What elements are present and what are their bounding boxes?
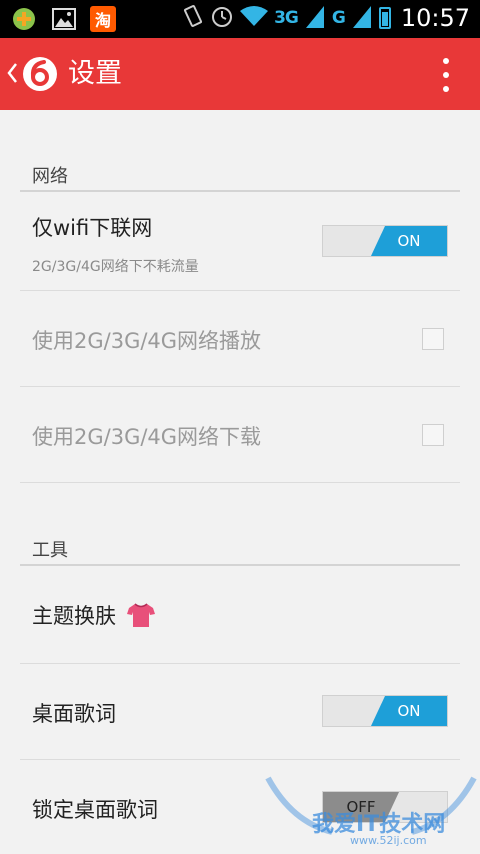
network-type-2: G (331, 8, 346, 28)
back-button[interactable] (6, 58, 18, 95)
toggle-label: ON (371, 696, 447, 726)
network-type-1: 3G (274, 8, 299, 28)
setting-title: 使用2G/3G/4G网络播放 (32, 329, 262, 353)
setting-title: 锁定桌面歌词 (32, 798, 158, 822)
image-icon (50, 5, 78, 33)
desktop-lyrics-toggle[interactable]: ON (322, 695, 448, 727)
vibrate-icon (182, 4, 204, 32)
setting-subtitle: 2G/3G/4G网络下不耗流量 (32, 259, 199, 275)
setting-title-text: 主题换肤 (32, 604, 116, 628)
setting-row-desktop-lyrics[interactable]: 桌面歌词 ON (20, 664, 460, 760)
section-header-network: 网络 (20, 162, 460, 192)
setting-title: 使用2G/3G/4G网络下载 (32, 425, 262, 449)
setting-row-lock-desktop-lyrics[interactable]: 锁定桌面歌词 OFF (20, 760, 460, 854)
play-mobile-checkbox[interactable] (422, 328, 444, 350)
tshirt-icon (126, 602, 156, 633)
plus-circle-icon (10, 5, 38, 33)
app-logo-icon[interactable] (22, 56, 58, 92)
section-header-label: 网络 (32, 166, 68, 187)
page-title: 设置 (68, 58, 122, 89)
setting-title: 仅wifi下联网 (32, 216, 153, 240)
signal-icon (304, 4, 326, 32)
wifi-icon (240, 5, 269, 31)
chevron-left-icon (7, 63, 17, 83)
toggle-label: ON (371, 226, 447, 256)
setting-row-download-mobile[interactable]: 使用2G/3G/4G网络下载 (20, 387, 460, 483)
taobao-icon: 淘 (90, 6, 116, 32)
setting-row-wifi-only[interactable]: 仅wifi下联网 2G/3G/4G网络下不耗流量 ON (20, 194, 460, 291)
app-bar: 设置 (0, 38, 480, 110)
alarm-icon (210, 4, 234, 32)
section-header-label: 工具 (32, 540, 68, 561)
setting-row-play-mobile[interactable]: 使用2G/3G/4G网络播放 (20, 291, 460, 387)
setting-row-theme[interactable]: 主题换肤 (20, 568, 460, 664)
signal-icon (351, 4, 373, 32)
setting-title: 桌面歌词 (32, 702, 116, 726)
download-mobile-checkbox[interactable] (422, 424, 444, 446)
wifi-only-toggle[interactable]: ON (322, 225, 448, 257)
status-bar: 淘 3G G 10:57 (0, 0, 480, 38)
overflow-menu-icon[interactable] (442, 58, 450, 92)
lock-desktop-lyrics-toggle[interactable]: OFF (322, 791, 448, 823)
battery-icon (378, 7, 391, 29)
setting-title: 主题换肤 (32, 600, 156, 633)
toggle-label: OFF (323, 792, 399, 822)
section-header-tools: 工具 (20, 536, 460, 566)
clock: 10:57 (400, 4, 470, 32)
